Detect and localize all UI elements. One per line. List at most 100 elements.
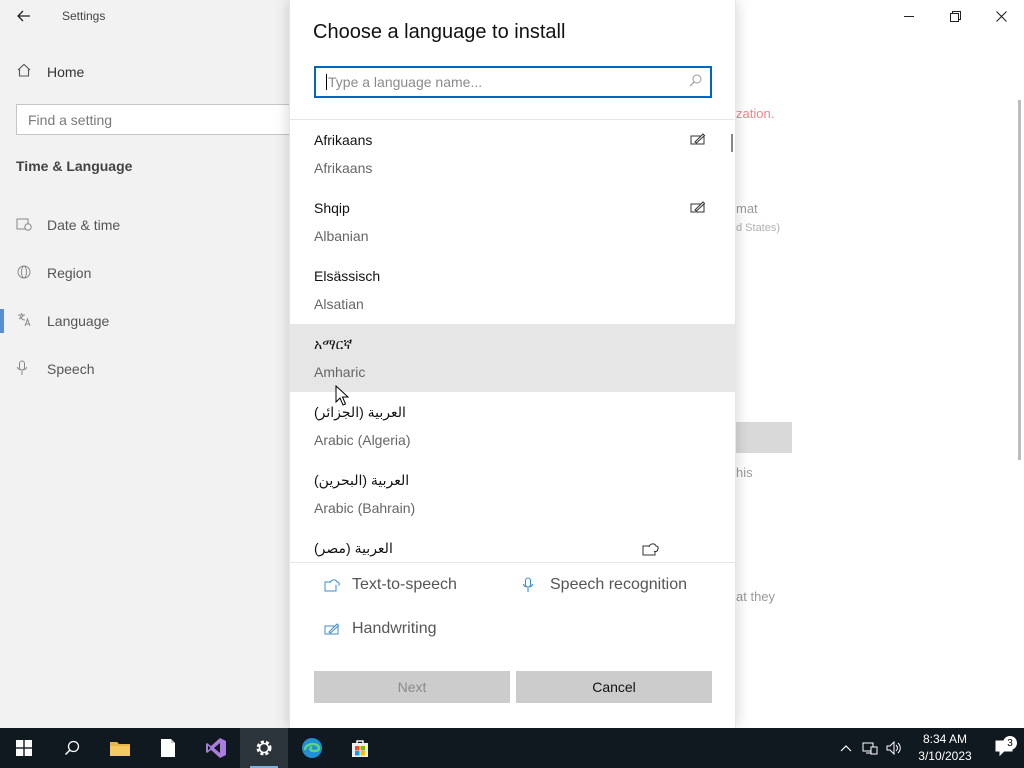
feature-text-to-speech: Text-to-speech (314, 576, 457, 594)
background-error-text: zation. (736, 106, 775, 121)
language-search-input[interactable] (328, 74, 689, 90)
clock-date: 3/10/2023 (918, 749, 972, 763)
feature-handwriting-label: Handwriting (352, 620, 437, 637)
clock[interactable]: 8:34 AM 3/10/2023 (906, 731, 984, 765)
language-list-scrollbar[interactable] (731, 134, 733, 152)
network-button[interactable] (858, 741, 882, 755)
language-item-arabic-bahrain[interactable]: العربية (البحرين) Arabic (Bahrain) (290, 460, 736, 528)
nav-home[interactable]: Home (16, 63, 84, 80)
handwriting-icon (314, 622, 352, 636)
background-they-text: at they (736, 589, 776, 604)
taskbar: 8:34 AM 3/10/2023 3 (0, 728, 1024, 768)
feature-speech-label: Speech recognition (550, 576, 687, 593)
nav-item-label: Region (47, 265, 92, 281)
close-button[interactable] (978, 0, 1024, 32)
language-item-amharic[interactable]: አማርኛ Amharic (290, 324, 736, 392)
background-region-text: d States) (736, 222, 781, 234)
show-hidden-icons-button[interactable] (834, 744, 858, 752)
language-list: Afrikaans Afrikaans Shqip Albanian Elsäs… (290, 119, 737, 562)
restore-icon (949, 10, 961, 22)
nav-item-label: Language (47, 313, 110, 329)
language-native-name: العربية (البحرين) (314, 472, 410, 488)
language-item-arabic-egypt[interactable]: العربية (مصر) (290, 528, 736, 562)
feature-speech-recognition: Speech recognition (512, 576, 687, 594)
store-icon (352, 740, 368, 757)
store-button[interactable] (336, 728, 384, 768)
handwriting-icon (690, 132, 710, 148)
feature-legend: Text-to-speech Speech recognition Handwr… (290, 562, 737, 662)
minimize-button[interactable] (886, 0, 932, 32)
language-native-name: العربية (مصر) (314, 540, 393, 556)
nav-item-region[interactable]: Region (16, 261, 91, 285)
nav-item-label: Date & time (47, 217, 121, 233)
language-native-name: Shqip (314, 200, 350, 216)
restore-button[interactable] (932, 0, 978, 32)
dialog-title: Choose a language to install (313, 21, 566, 43)
background-format-text: mat (736, 201, 758, 216)
language-native-name: አማርኛ (314, 336, 353, 352)
notepad-button[interactable] (144, 728, 192, 768)
language-icon (16, 312, 47, 331)
language-item-afrikaans[interactable]: Afrikaans Afrikaans (290, 120, 736, 188)
window-title: Settings (62, 9, 106, 23)
system-tray: 8:34 AM 3/10/2023 3 (834, 728, 1024, 768)
nav-item-language[interactable]: Language (16, 309, 109, 333)
action-center-button[interactable]: 3 (984, 736, 1024, 756)
edge-button[interactable] (288, 728, 336, 768)
settings-search-placeholder: Find a setting (28, 111, 113, 128)
visual-studio-button[interactable] (192, 728, 240, 768)
language-english-name: Arabic (Algeria) (314, 432, 411, 448)
nav-active-indicator (0, 309, 4, 333)
microphone-icon (512, 577, 550, 593)
volume-button[interactable] (882, 741, 906, 755)
nav-item-label: Speech (47, 361, 95, 377)
language-item-alsatian[interactable]: Elsässisch Alsatian (290, 256, 736, 324)
handwriting-icon (690, 200, 710, 216)
file-explorer-button[interactable] (96, 728, 144, 768)
settings-taskbar-button[interactable] (240, 728, 288, 768)
document-icon (161, 739, 175, 757)
page-scrollbar[interactable] (1018, 100, 1021, 460)
feature-handwriting: Handwriting (314, 620, 436, 638)
section-title: Time & Language (16, 158, 133, 174)
search-icon (64, 740, 80, 756)
visual-studio-icon (206, 738, 226, 758)
edge-icon (302, 738, 322, 758)
language-item-arabic-algeria[interactable]: العربية (الجزائر) Arabic (Algeria) (290, 392, 736, 460)
language-english-name: Albanian (314, 228, 369, 244)
network-icon (862, 742, 878, 755)
language-search-box[interactable] (314, 66, 712, 98)
minimize-icon (903, 15, 914, 17)
language-english-name: Afrikaans (314, 160, 373, 176)
feature-tts-label: Text-to-speech (352, 576, 457, 593)
background-dropdown (736, 422, 792, 453)
start-button[interactable] (0, 728, 48, 768)
speaker-icon (886, 741, 901, 755)
clock-time: 8:34 AM (922, 732, 968, 746)
language-native-name: العربية (الجزائر) (314, 404, 406, 420)
language-english-name: Arabic (Bahrain) (314, 500, 416, 516)
language-item-albanian[interactable]: Shqip Albanian (290, 188, 736, 256)
next-button[interactable]: Next (314, 671, 510, 703)
cancel-button[interactable]: Cancel (516, 671, 712, 703)
text-to-speech-icon (642, 542, 662, 558)
settings-nav-pane: Settings Home Find a setting Time & Lang… (0, 0, 306, 728)
background-this-text: his (736, 465, 753, 480)
close-icon (995, 10, 1007, 22)
language-english-name: Amharic (314, 364, 366, 380)
nav-item-date-time[interactable]: Date & time (16, 213, 120, 237)
notification-count-badge: 3 (1003, 736, 1017, 750)
taskbar-search-button[interactable] (48, 728, 96, 768)
home-icon (16, 63, 47, 80)
language-install-dialog: Choose a language to install Afrikaans A… (289, 0, 737, 728)
language-native-name: Elsässisch (314, 268, 381, 284)
language-native-name: Afrikaans (314, 132, 373, 148)
text-to-speech-icon (314, 577, 352, 593)
search-icon (689, 74, 702, 90)
back-button[interactable] (10, 4, 38, 28)
folder-icon (110, 742, 130, 756)
microphone-icon (16, 360, 47, 379)
nav-item-speech[interactable]: Speech (16, 357, 94, 381)
settings-search-input[interactable]: Find a setting (16, 104, 306, 135)
nav-home-label: Home (47, 63, 85, 80)
